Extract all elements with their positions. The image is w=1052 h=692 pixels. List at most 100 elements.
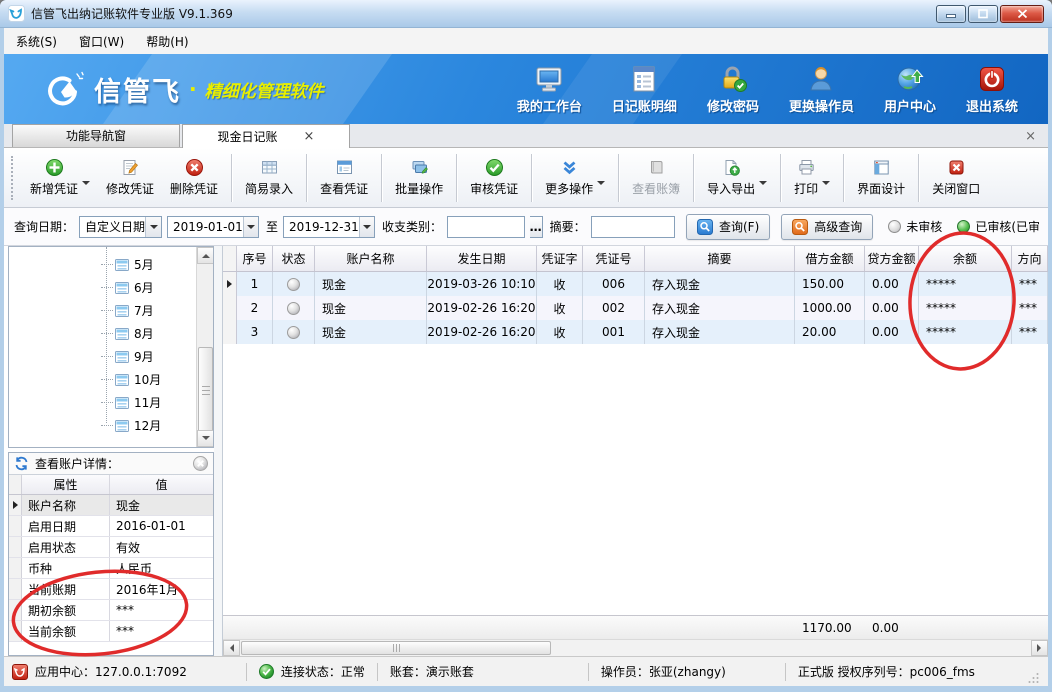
- dropdown-caret-icon[interactable]: [759, 181, 767, 189]
- batch-operation-button[interactable]: 批量操作: [387, 153, 451, 202]
- dropdown-caret-icon[interactable]: [822, 181, 830, 189]
- print-button[interactable]: 打印: [786, 153, 838, 202]
- panel-splitter[interactable]: [214, 246, 222, 656]
- col-seq[interactable]: 序号: [237, 246, 273, 271]
- category-browse-button[interactable]: …: [530, 216, 543, 238]
- close-window-button[interactable]: 关闭窗口: [924, 153, 988, 202]
- journal-page-icon: [115, 350, 129, 364]
- tree-scrollbar[interactable]: [196, 247, 213, 447]
- workbench-button[interactable]: 我的工作台: [517, 64, 582, 115]
- col-voucher-no[interactable]: 凭证号: [583, 246, 645, 271]
- panel-close-button[interactable]: [193, 456, 208, 471]
- printer-icon: [797, 158, 816, 177]
- tree-item-month-11[interactable]: 11月: [9, 391, 195, 414]
- detail-row[interactable]: 当前账期 2016年1月: [9, 579, 213, 600]
- unaudited-label: 未审核: [906, 218, 942, 235]
- close-button[interactable]: [1000, 5, 1044, 23]
- exit-system-button[interactable]: 退出系统: [966, 64, 1018, 115]
- tree-item-month-10[interactable]: 10月: [9, 368, 195, 391]
- user-center-button[interactable]: 用户中心: [884, 64, 936, 115]
- col-direction[interactable]: 方向: [1012, 246, 1048, 271]
- toolbar-grip[interactable]: [11, 156, 15, 200]
- col-credit[interactable]: 贷方金额: [865, 246, 919, 271]
- toolbar-separator: [918, 154, 919, 202]
- menu-help[interactable]: 帮助(H): [146, 33, 188, 50]
- col-balance[interactable]: 余额: [919, 246, 1012, 271]
- tree-item-month-9[interactable]: 9月: [9, 345, 195, 368]
- col-account[interactable]: 账户名称: [315, 246, 427, 271]
- col-summary[interactable]: 摘要: [645, 246, 795, 271]
- exit-system-label: 退出系统: [966, 96, 1018, 115]
- delete-voucher-button[interactable]: 删除凭证: [162, 153, 226, 202]
- left-panel: 5月 6月 7月: [4, 246, 214, 656]
- detail-row[interactable]: 启用状态 有效: [9, 537, 213, 558]
- title-bar[interactable]: 信管飞出纳记账软件专业版 V9.1.369: [0, 0, 1052, 28]
- tab-close-icon[interactable]: ×: [304, 126, 315, 148]
- grid-empty-area: [223, 344, 1048, 615]
- tab-cash-journal[interactable]: 现金日记账 ×: [182, 124, 350, 148]
- table-row[interactable]: 1 现金 2019-03-26 10:10 收 006 存入现金 150.00 …: [223, 272, 1048, 296]
- detail-row[interactable]: 账户名称 现金: [9, 495, 213, 516]
- col-date[interactable]: 发生日期: [427, 246, 537, 271]
- scroll-left-arrow[interactable]: [223, 640, 240, 656]
- table-row[interactable]: 3 现金 2019-02-26 16:20 收 001 存入现金 20.00 0…: [223, 320, 1048, 344]
- tree-item-month-12[interactable]: 12月: [9, 414, 195, 437]
- query-button[interactable]: 查询(F): [686, 214, 770, 240]
- menu-system[interactable]: 系统(S): [16, 33, 57, 50]
- import-export-icon: [722, 158, 741, 177]
- status-separator: [588, 663, 589, 681]
- tree-item-month-6[interactable]: 6月: [9, 276, 195, 299]
- combo-caret-icon[interactable]: [145, 217, 161, 237]
- import-export-button[interactable]: 导入导出: [699, 153, 775, 202]
- tree-item-month-7[interactable]: 7月: [9, 299, 195, 322]
- ui-design-button[interactable]: 界面设计: [849, 153, 913, 202]
- detail-row[interactable]: 当前余额 ***: [9, 621, 213, 642]
- tab-nav-window[interactable]: 功能导航窗: [12, 124, 180, 147]
- refresh-icon[interactable]: [14, 456, 29, 471]
- minimize-button[interactable]: [936, 5, 966, 23]
- date-mode-select[interactable]: 自定义日期: [79, 216, 162, 238]
- edit-voucher-button[interactable]: 修改凭证: [98, 153, 162, 202]
- scrollbar-thumb[interactable]: [198, 347, 213, 433]
- resize-grip-icon[interactable]: [1027, 671, 1040, 684]
- col-status[interactable]: 状态: [273, 246, 315, 271]
- audit-voucher-button[interactable]: 审核凭证: [462, 153, 526, 202]
- tab-bar: 功能导航窗 现金日记账 × ×: [4, 124, 1048, 148]
- quick-entry-button[interactable]: 简易录入: [237, 153, 301, 202]
- category-input[interactable]: [453, 218, 524, 236]
- add-voucher-button[interactable]: 新增凭证: [22, 153, 98, 202]
- view-voucher-button[interactable]: 查看凭证: [312, 153, 376, 202]
- document-close-icon[interactable]: ×: [1025, 127, 1036, 147]
- date-from-select[interactable]: 2019-01-01: [167, 216, 259, 238]
- summary-input[interactable]: [597, 218, 674, 236]
- col-voucher-word[interactable]: 凭证字: [537, 246, 583, 271]
- unaudited-radio[interactable]: 未审核: [888, 218, 942, 235]
- scrollbar-thumb[interactable]: [241, 641, 551, 655]
- date-to-select[interactable]: 2019-12-31: [283, 216, 375, 238]
- more-actions-button[interactable]: 更多操作: [537, 153, 613, 202]
- combo-caret-icon[interactable]: [359, 217, 374, 237]
- combo-caret-icon[interactable]: [243, 217, 258, 237]
- scroll-up-arrow[interactable]: [197, 247, 214, 264]
- maximize-button[interactable]: [968, 5, 998, 23]
- col-debit[interactable]: 借方金额: [795, 246, 865, 271]
- view-ledger-button[interactable]: 查看账簿: [624, 153, 688, 202]
- menu-window[interactable]: 窗口(W): [79, 33, 124, 50]
- dropdown-caret-icon[interactable]: [597, 181, 605, 189]
- detail-row[interactable]: 期初余额 ***: [9, 600, 213, 621]
- change-password-button[interactable]: 修改密码: [707, 64, 759, 115]
- table-row[interactable]: 2 现金 2019-02-26 16:20 收 002 存入现金 1000.00…: [223, 296, 1048, 320]
- tree-item-month-8[interactable]: 8月: [9, 322, 195, 345]
- scroll-down-arrow[interactable]: [197, 430, 214, 447]
- audit-voucher-label: 审核凭证: [470, 180, 518, 197]
- advanced-query-button[interactable]: 高级查询: [781, 214, 873, 240]
- switch-operator-button[interactable]: 更换操作员: [789, 64, 854, 115]
- scroll-right-arrow[interactable]: [1031, 640, 1048, 656]
- detail-row[interactable]: 币种 人民币: [9, 558, 213, 579]
- journal-detail-button[interactable]: 日记账明细: [612, 64, 677, 115]
- dropdown-caret-icon[interactable]: [82, 181, 90, 189]
- tree-item-month-5[interactable]: 5月: [9, 253, 195, 276]
- audited-radio[interactable]: 已审核(已审: [957, 218, 1040, 235]
- horizontal-scrollbar[interactable]: [223, 639, 1048, 656]
- detail-row[interactable]: 启用日期 2016-01-01: [9, 516, 213, 537]
